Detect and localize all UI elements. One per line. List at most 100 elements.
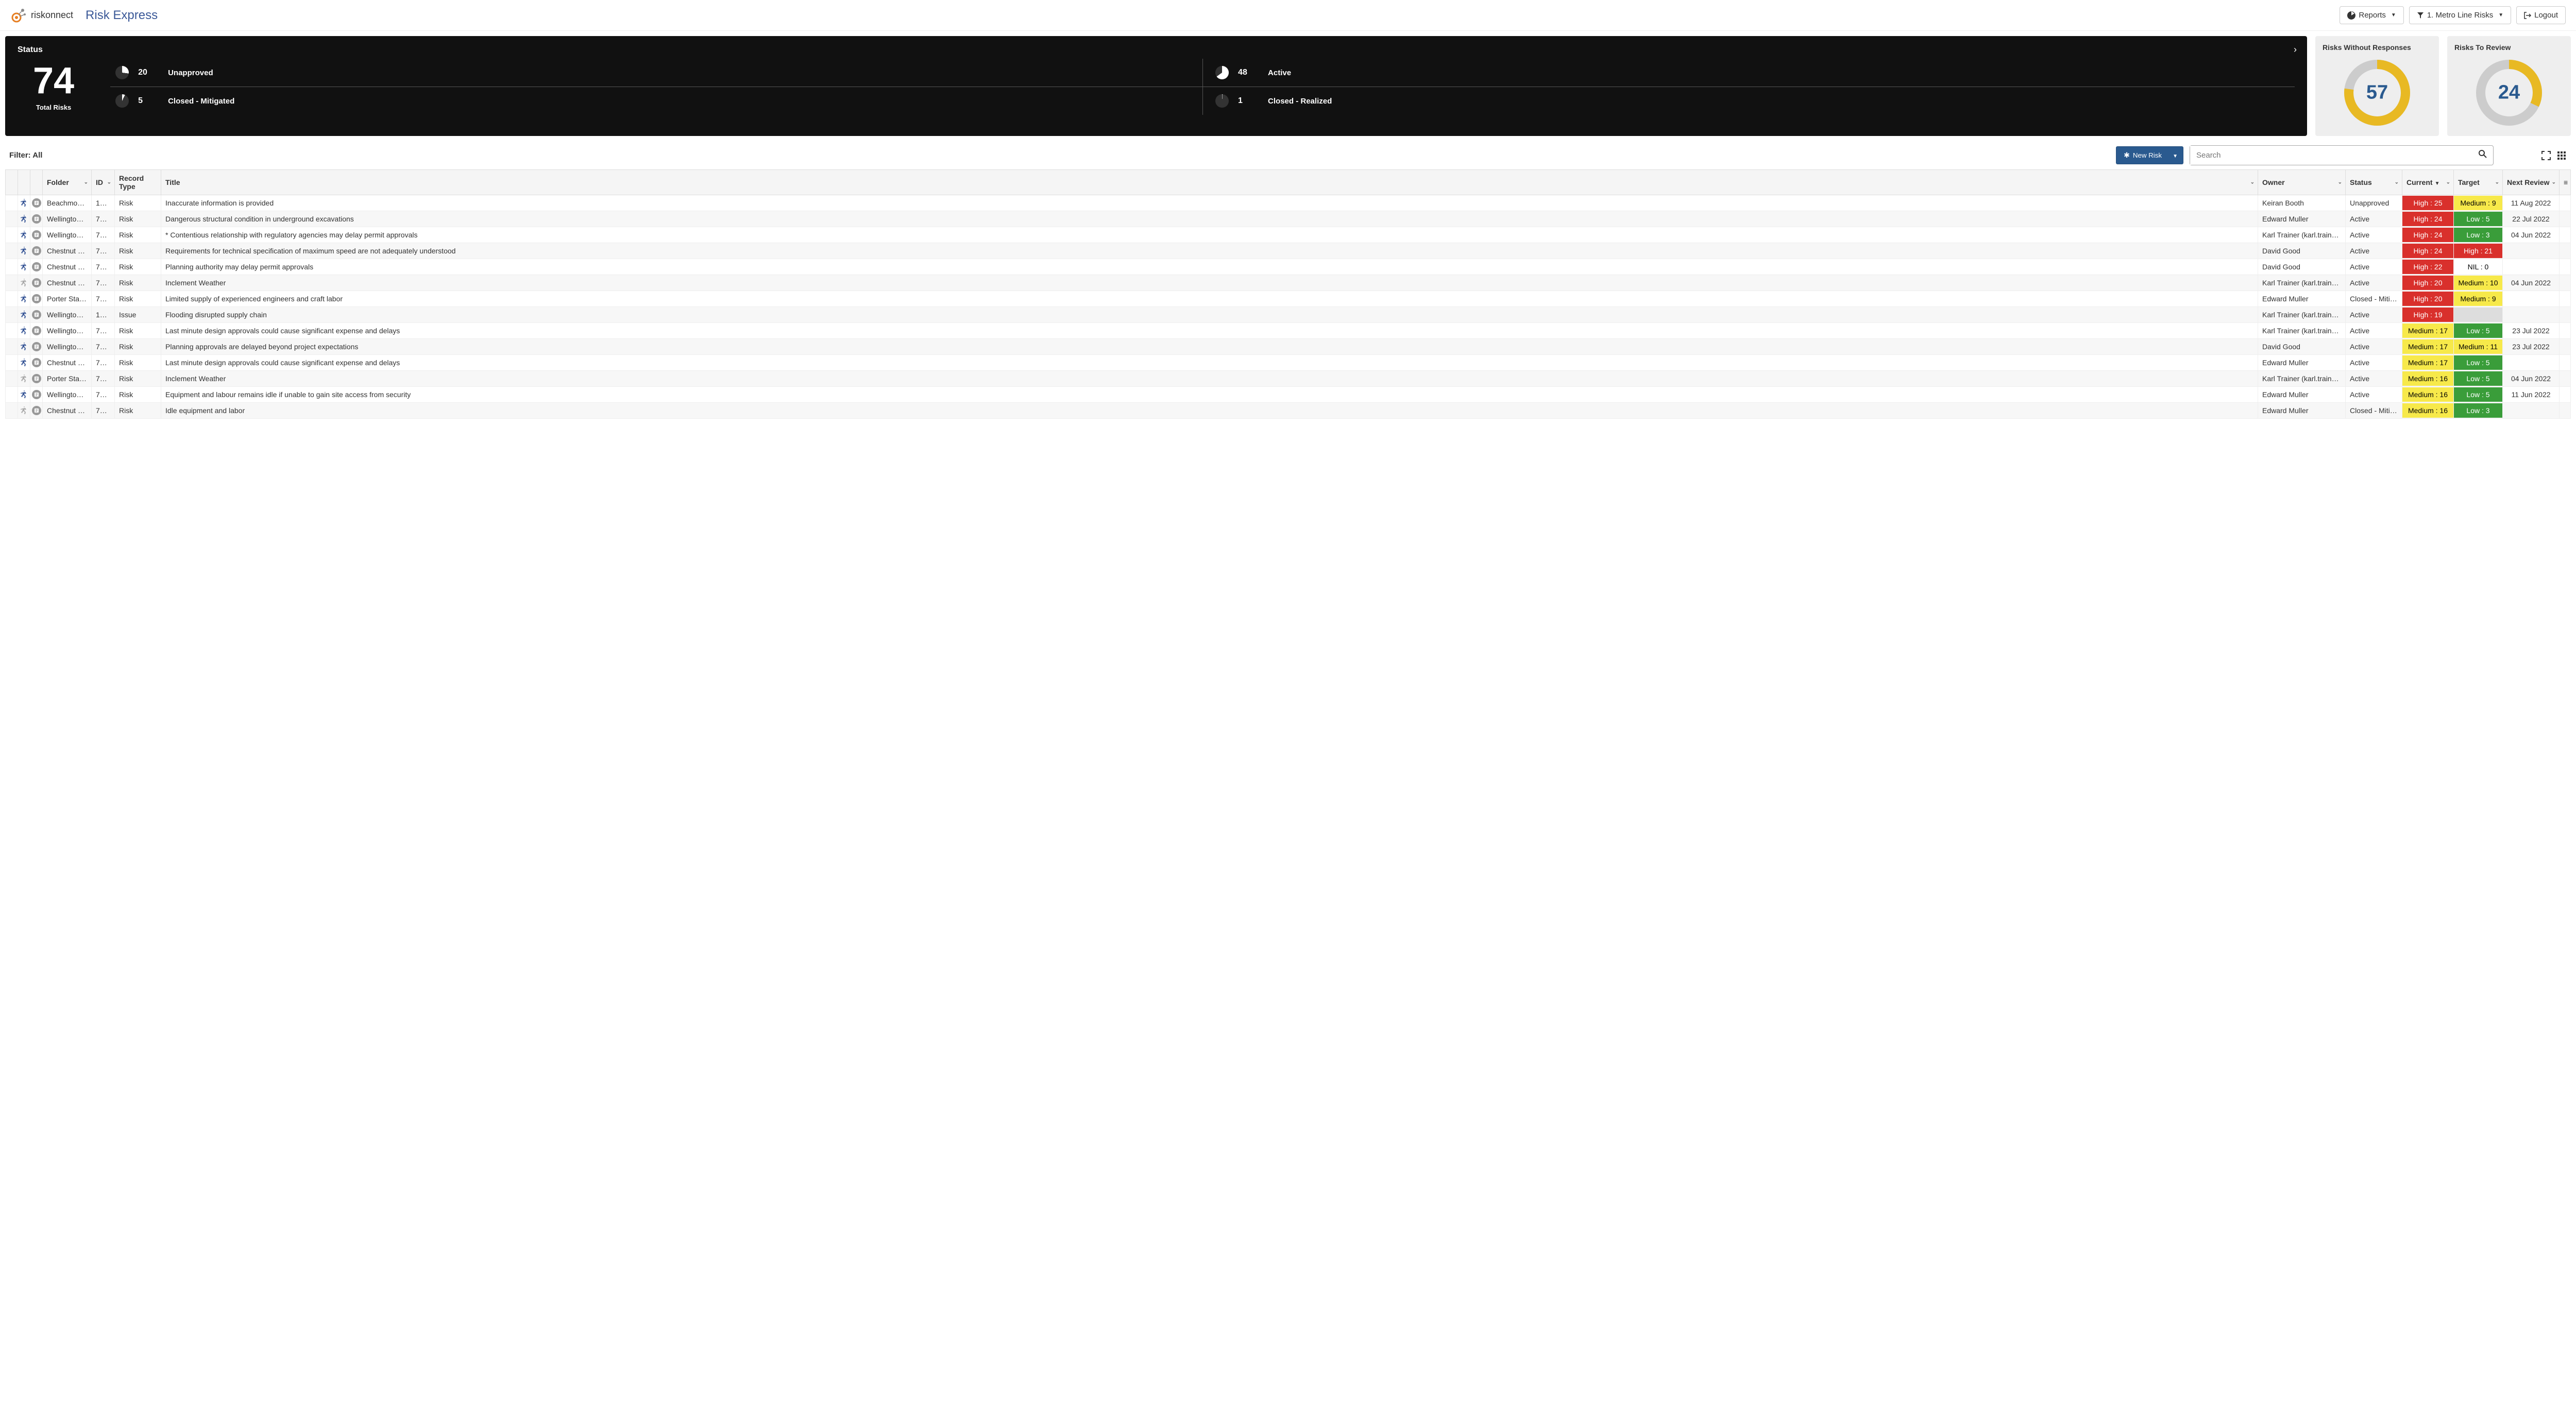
cell-title: Last minute design approvals could cause…: [161, 355, 2258, 371]
status-item[interactable]: 5Closed - Mitigated: [110, 87, 1202, 115]
table-row[interactable]: Porter Station7281RiskInclement WeatherK…: [6, 371, 2571, 387]
table-row[interactable]: Porter Station7295RiskLimited supply of …: [6, 291, 2571, 307]
runner-icon[interactable]: [20, 326, 29, 335]
runner-icon[interactable]: [20, 246, 29, 255]
col-folder[interactable]: Folder⌄: [43, 170, 92, 195]
cell-id: 7296: [92, 387, 115, 403]
note-icon[interactable]: [32, 310, 41, 319]
table-row[interactable]: Chestnut Hi…7281RiskInclement WeatherKar…: [6, 275, 2571, 291]
table-row[interactable]: Chestnut Hi…7326RiskIdle equipment and l…: [6, 403, 2571, 419]
gauge-value: 24: [2498, 82, 2520, 104]
note-icon[interactable]: [32, 198, 41, 208]
table-row[interactable]: Wellington …7296RiskEquipment and labour…: [6, 387, 2571, 403]
target-badge: Medium : 9: [2454, 292, 2502, 306]
search-input[interactable]: [2190, 146, 2472, 165]
runner-icon[interactable]: [20, 262, 29, 271]
cell-options: [2560, 291, 2571, 307]
target-badge: Low : 5: [2454, 387, 2502, 402]
table-row[interactable]: Wellington …7292RiskDangerous structural…: [6, 211, 2571, 227]
cell-current: High : 20: [2402, 291, 2454, 307]
status-expand-chevron-icon[interactable]: ›: [2294, 44, 2297, 55]
runner-icon[interactable]: [20, 341, 29, 351]
cell-status: Active: [2346, 371, 2402, 387]
status-item[interactable]: 20Unapproved: [110, 59, 1202, 87]
cell-next-review: [2503, 403, 2560, 419]
table-row[interactable]: Beachmont …10826RiskInaccurate informati…: [6, 195, 2571, 211]
current-badge: Medium : 17: [2402, 355, 2453, 370]
target-badge: Medium : 11: [2454, 339, 2502, 354]
cell-record-type: Risk: [115, 323, 161, 339]
cell-title: * Contentious relationship with regulato…: [161, 227, 2258, 243]
runner-icon[interactable]: [20, 198, 29, 207]
fullscreen-icon[interactable]: [2541, 150, 2551, 161]
col-owner[interactable]: Owner⌄: [2258, 170, 2346, 195]
cell-next-review: [2503, 291, 2560, 307]
note-icon[interactable]: [32, 358, 41, 367]
status-item-count: 48: [1238, 68, 1259, 77]
cell-options: [2560, 323, 2571, 339]
col-options[interactable]: ≡: [2560, 170, 2571, 195]
gauge-panel: Risks Without Responses57: [2315, 36, 2439, 136]
table-row[interactable]: Chestnut Hi…7327RiskPlanning authority m…: [6, 259, 2571, 275]
new-risk-dropdown-toggle[interactable]: ▼: [2167, 146, 2183, 164]
new-risk-button[interactable]: ✱ New Risk: [2116, 146, 2170, 164]
status-item[interactable]: 48Active: [1202, 59, 2295, 87]
col-record-type[interactable]: Record Type: [115, 170, 161, 195]
col-current[interactable]: Current▼⌄: [2402, 170, 2454, 195]
search-icon[interactable]: [2472, 150, 2493, 161]
cell-owner: Edward Muller: [2258, 211, 2346, 227]
logout-button[interactable]: Logout: [2516, 6, 2566, 24]
note-icon[interactable]: [32, 214, 41, 224]
col-status[interactable]: Status⌄: [2346, 170, 2402, 195]
runner-icon[interactable]: [20, 405, 29, 415]
cell-folder: Chestnut Hi…: [43, 243, 92, 259]
cell-status: Closed - Mitigat…: [2346, 291, 2402, 307]
cell-owner: David Good: [2258, 259, 2346, 275]
filter-view-dropdown[interactable]: 1. Metro Line Risks ▼: [2409, 6, 2511, 24]
note-icon[interactable]: [32, 374, 41, 383]
cell-options: [2560, 275, 2571, 291]
cell-next-review: 11 Aug 2022: [2503, 195, 2560, 211]
cell-folder: Beachmont …: [43, 195, 92, 211]
runner-icon[interactable]: [20, 310, 29, 319]
table-row[interactable]: Chestnut Hi…7331RiskRequirements for tec…: [6, 243, 2571, 259]
cell-owner: Edward Muller: [2258, 387, 2346, 403]
runner-icon[interactable]: [20, 373, 29, 383]
cell-status: Active: [2346, 307, 2402, 323]
runner-icon[interactable]: [20, 294, 29, 303]
col-title[interactable]: Title⌄: [161, 170, 2258, 195]
cell-current: Medium : 16: [2402, 371, 2454, 387]
note-icon[interactable]: [32, 342, 41, 351]
runner-icon[interactable]: [20, 357, 29, 367]
note-icon[interactable]: [32, 390, 41, 399]
cell-id: 7281: [92, 371, 115, 387]
cell-record-type: Risk: [115, 355, 161, 371]
note-icon[interactable]: [32, 246, 41, 255]
note-icon[interactable]: [32, 326, 41, 335]
note-icon[interactable]: [32, 230, 41, 240]
status-item-label: Closed - Mitigated: [168, 97, 234, 106]
table-row[interactable]: Wellington …7297Risk* Contentious relati…: [6, 227, 2571, 243]
status-item[interactable]: 1Closed - Realized: [1202, 87, 2295, 115]
reports-button[interactable]: Reports ▼: [2340, 6, 2403, 24]
note-icon[interactable]: [32, 406, 41, 415]
table-row[interactable]: Wellington …7293RiskLast minute design a…: [6, 323, 2571, 339]
table-row[interactable]: Wellington …7302RiskPlanning approvals a…: [6, 339, 2571, 355]
runner-icon[interactable]: [20, 389, 29, 399]
table-row[interactable]: Chestnut Hi…7323RiskLast minute design a…: [6, 355, 2571, 371]
cell-current: Medium : 17: [2402, 323, 2454, 339]
note-icon[interactable]: [32, 294, 41, 303]
note-icon[interactable]: [32, 262, 41, 271]
col-target[interactable]: Target⌄: [2454, 170, 2503, 195]
current-badge: High : 24: [2402, 244, 2453, 258]
col-next-review[interactable]: Next Review⌄: [2503, 170, 2560, 195]
col-id[interactable]: ID⌄: [92, 170, 115, 195]
note-icon[interactable]: [32, 278, 41, 287]
runner-icon[interactable]: [20, 278, 29, 287]
table-row[interactable]: Wellington …10128IssueFlooding disrupted…: [6, 307, 2571, 323]
grid-view-icon[interactable]: [2556, 150, 2567, 161]
runner-icon[interactable]: [20, 230, 29, 239]
mini-pie-icon: [115, 66, 129, 79]
runner-icon[interactable]: [20, 214, 29, 223]
cell-current: High : 24: [2402, 211, 2454, 227]
